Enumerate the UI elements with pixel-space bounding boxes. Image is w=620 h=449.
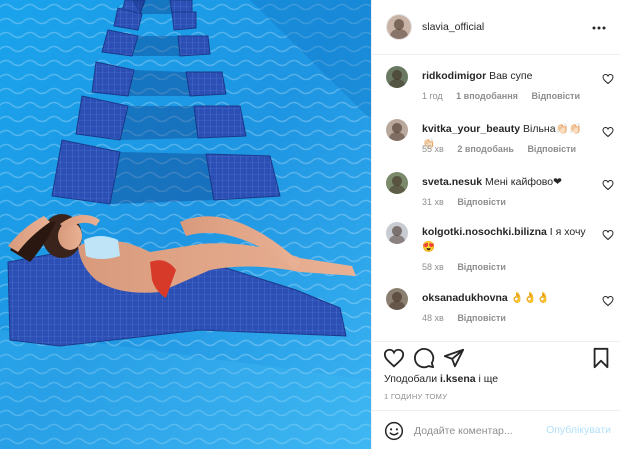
comment-body: sveta.nesuk Мені кайфово❤: [422, 175, 590, 190]
like-comment-heart-icon[interactable]: [602, 295, 614, 307]
comment-body: ridkodimigor Вав супе: [422, 69, 590, 84]
comments-list: ridkodimigor Вав супе 1 год 1 вподобання…: [372, 56, 620, 341]
post-actions: Уподобали i.ksena і ще 1 ГОДИНУ ТОМУ Опу…: [372, 341, 620, 449]
liked-by: Уподобали i.ksena і ще: [384, 373, 498, 385]
comment-time[interactable]: 1 год: [422, 91, 443, 101]
share-paper-plane-icon[interactable]: [443, 347, 465, 369]
liked-by-suffix[interactable]: і ще: [479, 373, 499, 385]
comment-text: Мені кайфово❤: [485, 176, 562, 188]
comment-username[interactable]: kolgotki.nosochki.bilizna: [422, 226, 547, 238]
liked-by-prefix: Уподобали: [384, 373, 438, 385]
add-comment-input[interactable]: [414, 423, 564, 439]
comment-username[interactable]: kvitka_your_beauty: [422, 123, 520, 135]
comment-likes[interactable]: 1 вподобання: [456, 91, 518, 101]
save-bookmark-icon[interactable]: [590, 347, 612, 369]
comment-username[interactable]: sveta.nesuk: [422, 176, 482, 188]
comment-text: Вав супе: [489, 70, 533, 82]
reply-button[interactable]: Відповісти: [527, 144, 576, 154]
comment-likes[interactable]: 2 вподобань: [457, 144, 514, 154]
pool-photo-icon: [0, 0, 371, 449]
post-sidebar: slavia_official ridkodimigor Вав супе 1 …: [371, 0, 620, 449]
commenter-avatar[interactable]: [386, 66, 408, 88]
like-comment-heart-icon[interactable]: [602, 179, 614, 191]
reply-button[interactable]: Відповісти: [457, 262, 506, 272]
reply-button[interactable]: Відповісти: [531, 91, 580, 101]
post-header: slavia_official: [372, 0, 620, 55]
post-timestamp[interactable]: 1 ГОДИНУ ТОМУ: [384, 392, 447, 401]
commenter-avatar[interactable]: [386, 222, 408, 244]
like-comment-heart-icon[interactable]: [602, 73, 614, 85]
post-photo[interactable]: [0, 0, 371, 449]
like-comment-heart-icon[interactable]: [602, 126, 614, 138]
comment-time[interactable]: 55 хв: [422, 144, 444, 154]
comment-time[interactable]: 58 хв: [422, 262, 444, 272]
like-heart-icon[interactable]: [383, 347, 405, 369]
comment-body: kolgotki.nosochki.bilizna І я хочу 😍: [422, 225, 590, 255]
comment-username[interactable]: oksanadukhovna: [422, 292, 508, 304]
comment-meta: 31 хв Відповісти: [422, 197, 517, 207]
comment-body: oksanadukhovna 👌👌👌: [422, 291, 590, 306]
liked-by-user[interactable]: i.ksena: [440, 373, 476, 385]
like-comment-heart-icon[interactable]: [602, 229, 614, 241]
publish-button[interactable]: Опублікувати: [546, 424, 611, 436]
commenter-avatar[interactable]: [386, 172, 408, 194]
author-username[interactable]: slavia_official: [422, 21, 484, 33]
reply-button[interactable]: Відповісти: [457, 197, 506, 207]
comment-meta: 1 год 1 вподобання Відповісти: [422, 91, 591, 101]
comment-time[interactable]: 31 хв: [422, 197, 444, 207]
comment-text: 👌👌👌: [510, 292, 550, 304]
comment-time[interactable]: 48 хв: [422, 313, 444, 323]
comment-bubble-icon[interactable]: [413, 347, 435, 369]
comment-meta: 58 хв Відповісти: [422, 262, 517, 272]
commenter-avatar[interactable]: [386, 288, 408, 310]
comment-meta: 55 хв 2 вподобань Відповісти: [422, 144, 587, 154]
reply-button[interactable]: Відповісти: [457, 313, 506, 323]
commenter-avatar[interactable]: [386, 119, 408, 141]
comment-meta: 48 хв Відповісти: [422, 313, 517, 323]
instagram-post: slavia_official ridkodimigor Вав супе 1 …: [0, 0, 620, 449]
more-options-icon[interactable]: [589, 18, 609, 38]
add-comment-bar: Опублікувати: [372, 410, 620, 449]
author-avatar[interactable]: [386, 14, 412, 40]
emoji-smiley-icon[interactable]: [384, 421, 404, 441]
comment-username[interactable]: ridkodimigor: [422, 70, 486, 82]
